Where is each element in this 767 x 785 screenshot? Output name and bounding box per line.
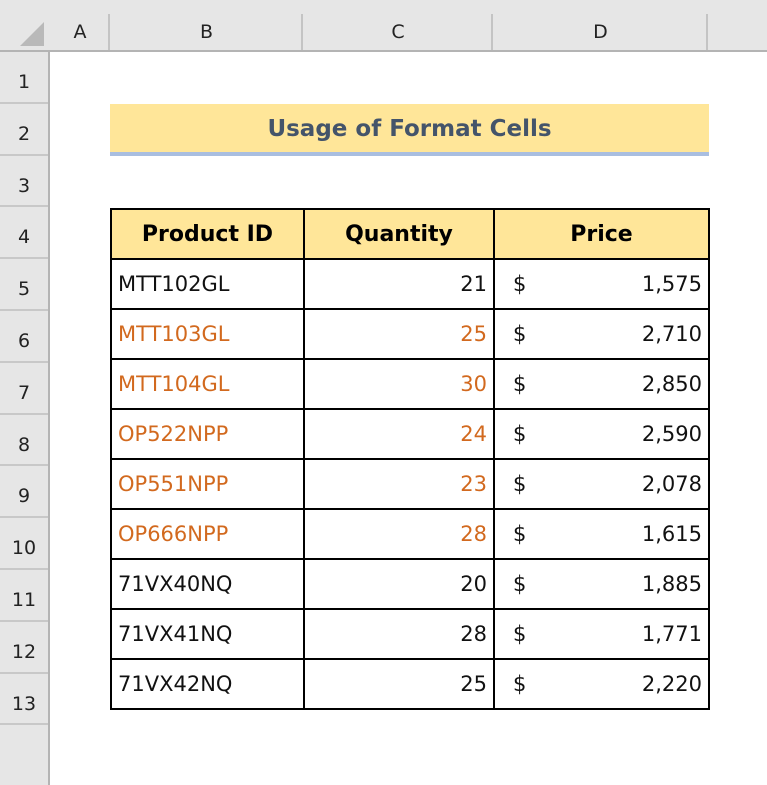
column-header-bar: A B C D [0,0,767,52]
quantity-cell[interactable]: 25 [303,308,495,360]
price-cell[interactable]: $2,078 [493,458,710,510]
row-header-6[interactable]: 6 [0,311,48,363]
product-id-cell[interactable]: MTT104GL [110,358,305,410]
row-header-9[interactable]: 9 [0,466,48,519]
price-amount: 2,078 [641,472,702,496]
table-row: OP522NPP 24 $2,590 [110,408,710,460]
select-all-icon [20,22,44,46]
product-id-cell[interactable]: 71VX41NQ [110,608,305,660]
price-amount: 1,575 [641,272,702,296]
quantity-cell[interactable]: 23 [303,458,495,510]
table-row: MTT104GL 30 $2,850 [110,358,710,410]
price-cell[interactable]: $1,771 [493,608,710,660]
row-header-4[interactable]: 4 [0,207,48,260]
row-header-13[interactable]: 13 [0,674,48,726]
row-header-7[interactable]: 7 [0,363,48,415]
table-header-row: Product ID Quantity Price [110,208,710,260]
product-id-cell[interactable]: OP522NPP [110,408,305,460]
currency-symbol: $ [513,672,527,696]
product-id-cell[interactable]: OP666NPP [110,508,305,560]
row-header-5[interactable]: 5 [0,259,48,311]
price-cell[interactable]: $1,615 [493,508,710,560]
row-header-3[interactable]: 3 [0,156,48,208]
currency-symbol: $ [513,272,527,296]
table-row: 71VX42NQ 25 $2,220 [110,658,710,710]
price-amount: 1,885 [641,572,702,596]
price-amount: 2,850 [641,372,702,396]
quantity-cell[interactable]: 28 [303,608,495,660]
price-amount: 2,590 [641,422,702,446]
product-id-cell[interactable]: MTT103GL [110,308,305,360]
table-row: MTT102GL 21 $1,575 [110,258,710,310]
price-cell[interactable]: $2,850 [493,358,710,410]
table-row: OP666NPP 28 $1,615 [110,508,710,560]
price-cell[interactable]: $2,710 [493,308,710,360]
row-header-1[interactable]: 1 [0,52,48,104]
product-id-cell[interactable]: 71VX42NQ [110,658,305,710]
product-id-cell[interactable]: 71VX40NQ [110,558,305,610]
row-header-8[interactable]: 8 [0,415,48,467]
table-row: 71VX40NQ 20 $1,885 [110,558,710,610]
price-amount: 2,220 [641,672,702,696]
column-header-d[interactable]: D [493,0,708,50]
currency-symbol: $ [513,372,527,396]
product-id-cell[interactable]: MTT102GL [110,258,305,310]
currency-symbol: $ [513,522,527,546]
header-product-id[interactable]: Product ID [110,208,305,260]
quantity-cell[interactable]: 30 [303,358,495,410]
currency-symbol: $ [513,322,527,346]
row-header-10[interactable]: 10 [0,518,48,570]
price-amount: 1,771 [641,622,702,646]
currency-symbol: $ [513,622,527,646]
table-row: 71VX41NQ 28 $1,771 [110,608,710,660]
row-header-11[interactable]: 11 [0,570,48,622]
price-amount: 2,710 [641,322,702,346]
quantity-cell[interactable]: 25 [303,658,495,710]
currency-symbol: $ [513,422,527,446]
product-table: Product ID Quantity Price MTT102GL 21 $1,5… [110,208,710,710]
row-header-2[interactable]: 2 [0,104,48,156]
sheet-title[interactable]: Usage of Format Cells [110,104,709,156]
select-all-button[interactable] [0,0,50,52]
price-cell[interactable]: $2,590 [493,408,710,460]
table-row: MTT103GL 25 $2,710 [110,308,710,360]
quantity-cell[interactable]: 21 [303,258,495,310]
currency-symbol: $ [513,572,527,596]
header-quantity[interactable]: Quantity [303,208,495,260]
quantity-cell[interactable]: 24 [303,408,495,460]
price-cell[interactable]: $2,220 [493,658,710,710]
price-cell[interactable]: $1,575 [493,258,710,310]
currency-symbol: $ [513,472,527,496]
header-price[interactable]: Price [493,208,710,260]
quantity-cell[interactable]: 20 [303,558,495,610]
row-header-bar: 1 2 3 4 5 6 7 8 9 10 11 12 13 [0,52,50,785]
column-header-a[interactable]: A [50,0,110,50]
quantity-cell[interactable]: 28 [303,508,495,560]
price-amount: 1,615 [641,522,702,546]
price-cell[interactable]: $1,885 [493,558,710,610]
column-header-b[interactable]: B [110,0,303,50]
table-row: OP551NPP 23 $2,078 [110,458,710,510]
product-id-cell[interactable]: OP551NPP [110,458,305,510]
row-header-12[interactable]: 12 [0,622,48,674]
column-header-c[interactable]: C [303,0,493,50]
